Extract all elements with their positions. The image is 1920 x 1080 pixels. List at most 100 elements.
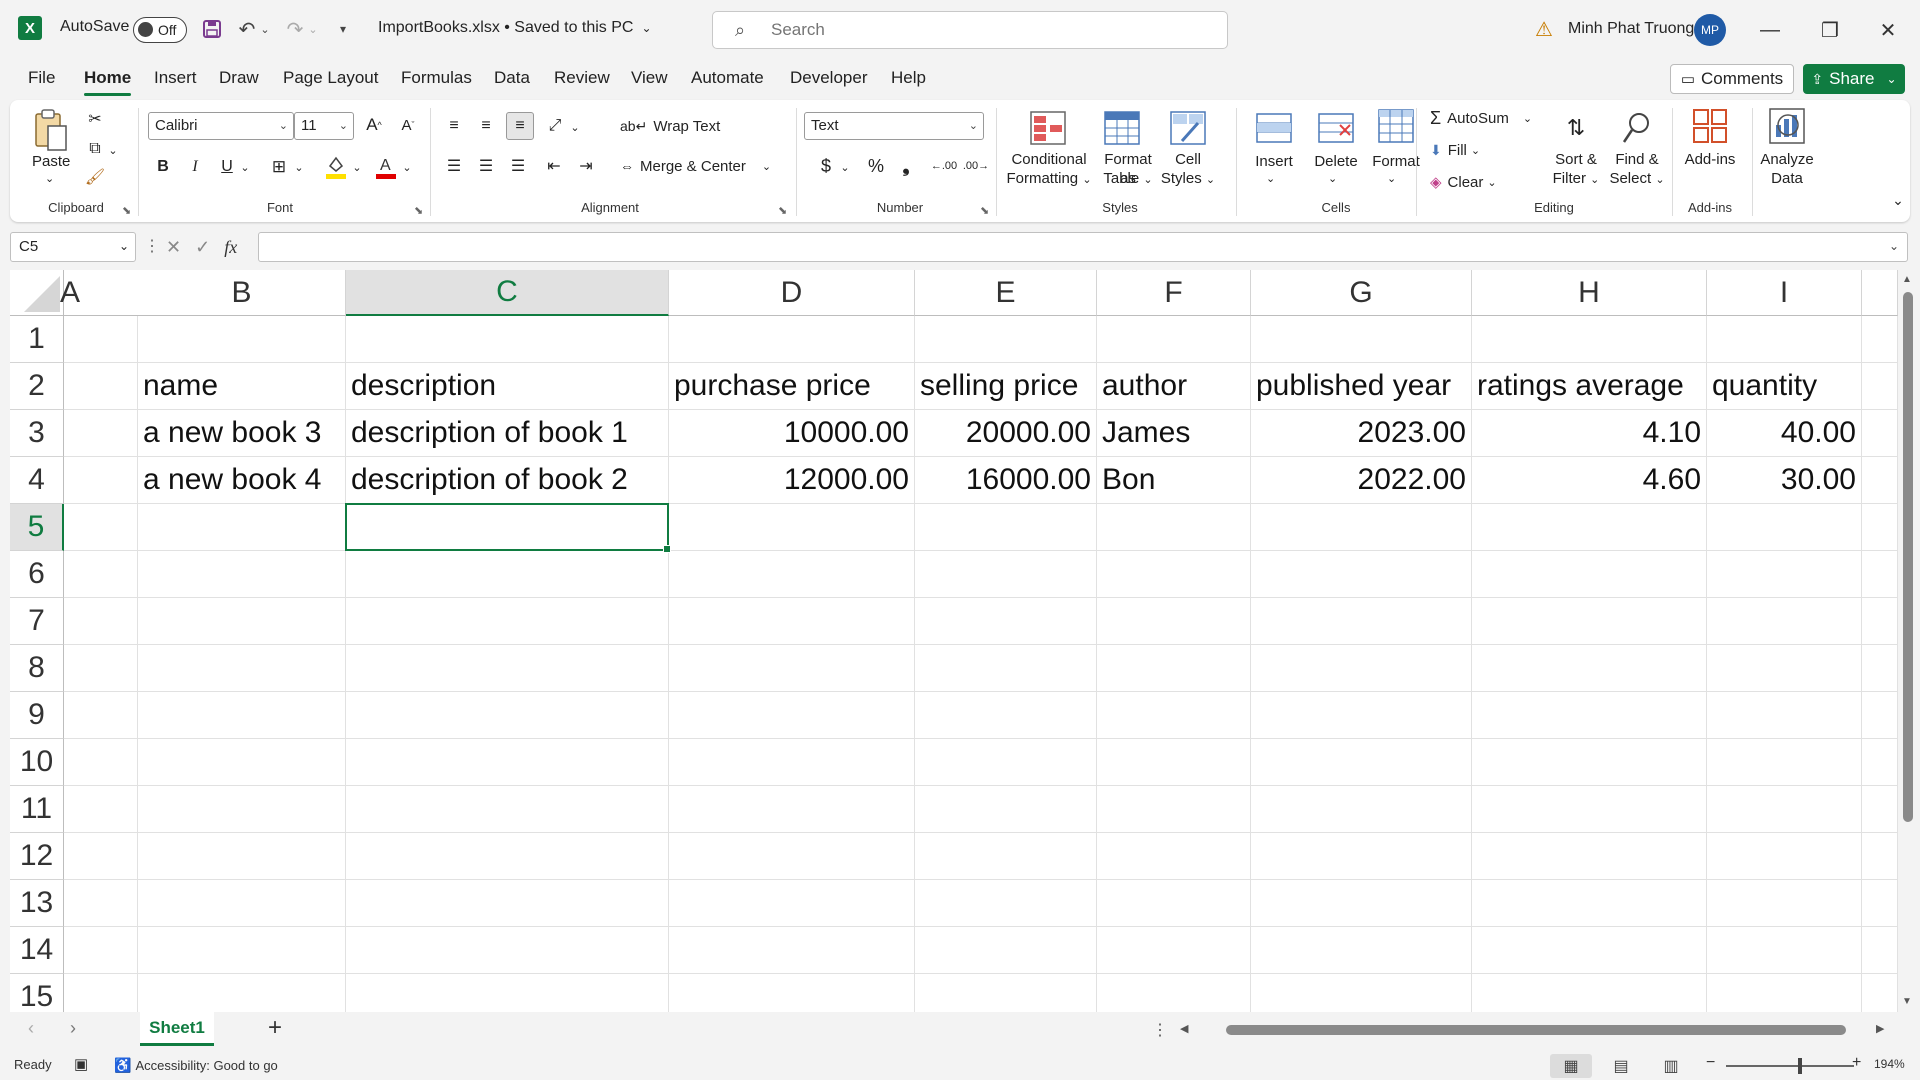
fill-color-dropdown-icon[interactable]: ⌄: [350, 156, 364, 178]
tab-page-layout[interactable]: Page Layout: [283, 68, 378, 88]
cell-j14[interactable]: [1862, 927, 1898, 974]
prev-sheet-icon[interactable]: ‹: [28, 1018, 34, 1039]
enter-icon[interactable]: ✓: [195, 237, 210, 258]
cell-h8[interactable]: [1472, 645, 1707, 692]
restore-icon[interactable]: ❐: [1810, 12, 1850, 48]
cell-d7[interactable]: [669, 598, 915, 645]
currency-icon[interactable]: $: [816, 154, 836, 178]
cell-c14[interactable]: [346, 927, 669, 974]
cell-a2[interactable]: [64, 363, 138, 410]
addins-icon[interactable]: [1690, 106, 1730, 146]
column-header-partial[interactable]: [1862, 270, 1898, 316]
cell-a6[interactable]: [64, 551, 138, 598]
delete-cells-label[interactable]: Delete: [1308, 152, 1364, 171]
cell-e12[interactable]: [915, 833, 1097, 880]
column-header-d[interactable]: D: [669, 270, 915, 316]
align-center-icon[interactable]: ☰: [474, 154, 498, 178]
cell-j6[interactable]: [1862, 551, 1898, 598]
cell-d6[interactable]: [669, 551, 915, 598]
insert-cells-icon[interactable]: [1254, 110, 1294, 146]
conditional-formatting-label-1[interactable]: Conditional: [1004, 150, 1094, 169]
tab-view[interactable]: View: [631, 68, 668, 88]
avatar[interactable]: MP: [1694, 14, 1726, 46]
cell-styles-label-2[interactable]: Styles ⌄: [1158, 169, 1218, 190]
hscroll-thumb[interactable]: [1226, 1025, 1846, 1035]
cell-d4[interactable]: 12000.00: [669, 457, 915, 504]
cell-e15[interactable]: [915, 974, 1097, 1012]
cell-h9[interactable]: [1472, 692, 1707, 739]
decrease-font-icon[interactable]: Aˇ: [396, 112, 420, 138]
cell-a12[interactable]: [64, 833, 138, 880]
minimize-icon[interactable]: —: [1750, 12, 1790, 48]
formula-input[interactable]: ⌄: [258, 232, 1908, 262]
cell-a3[interactable]: [64, 410, 138, 457]
cell-i10[interactable]: [1707, 739, 1862, 786]
cell-c3[interactable]: description of book 1: [346, 410, 669, 457]
search-box[interactable]: ⌕: [712, 11, 1228, 49]
warning-icon[interactable]: ⚠: [1533, 18, 1555, 41]
cell-a4[interactable]: [64, 457, 138, 504]
cell-b5[interactable]: [138, 504, 346, 551]
cell-j1[interactable]: [1862, 316, 1898, 363]
underline-icon[interactable]: U: [216, 154, 238, 180]
row-header-12[interactable]: 12: [10, 833, 64, 880]
cell-a5[interactable]: [64, 504, 138, 551]
select-all-corner[interactable]: [10, 270, 64, 316]
cell-h11[interactable]: [1472, 786, 1707, 833]
align-right-icon[interactable]: ☰: [506, 154, 530, 178]
cell-j2[interactable]: [1862, 363, 1898, 410]
row-header-5[interactable]: 5: [10, 504, 64, 551]
cell-i9[interactable]: [1707, 692, 1862, 739]
cell-b11[interactable]: [138, 786, 346, 833]
tab-help[interactable]: Help: [891, 68, 926, 88]
cell-j8[interactable]: [1862, 645, 1898, 692]
underline-dropdown-icon[interactable]: ⌄: [238, 156, 252, 178]
copy-dropdown-icon[interactable]: ⌄: [106, 140, 120, 160]
cell-d11[interactable]: [669, 786, 915, 833]
cell-g7[interactable]: [1251, 598, 1472, 645]
dialog-launcher-icon[interactable]: ⬊: [778, 204, 787, 217]
zoom-level[interactable]: 194%: [1874, 1057, 1905, 1071]
fx-icon[interactable]: fx: [224, 237, 237, 258]
cell-e1[interactable]: [915, 316, 1097, 363]
borders-dropdown-icon[interactable]: ⌄: [292, 156, 306, 178]
more-icon[interactable]: ⋮: [144, 236, 160, 256]
tab-data[interactable]: Data: [494, 68, 530, 88]
document-title[interactable]: ImportBooks.xlsx • Saved to this PC ⌄: [378, 19, 652, 37]
scroll-right-icon[interactable]: ▶: [1876, 1022, 1884, 1035]
cell-j10[interactable]: [1862, 739, 1898, 786]
row-header-15[interactable]: 15: [10, 974, 64, 1012]
cell-c1[interactable]: [346, 316, 669, 363]
cell-d8[interactable]: [669, 645, 915, 692]
cell-h13[interactable]: [1472, 880, 1707, 927]
cell-b6[interactable]: [138, 551, 346, 598]
cell-j15[interactable]: [1862, 974, 1898, 1012]
fill-button[interactable]: ⬇ Fill ⌄: [1430, 138, 1510, 162]
column-header-c[interactable]: C: [346, 270, 669, 316]
align-middle-icon[interactable]: ≡: [474, 114, 498, 138]
zoom-slider-knob[interactable]: [1798, 1058, 1802, 1074]
row-header-7[interactable]: 7: [10, 598, 64, 645]
fill-color-icon[interactable]: [324, 152, 348, 182]
cell-g14[interactable]: [1251, 927, 1472, 974]
undo-dropdown-icon[interactable]: ⌄: [258, 16, 272, 42]
cell-b8[interactable]: [138, 645, 346, 692]
cell-b13[interactable]: [138, 880, 346, 927]
sort-filter-label-1[interactable]: Sort &: [1546, 150, 1606, 169]
cell-e13[interactable]: [915, 880, 1097, 927]
cell-d13[interactable]: [669, 880, 915, 927]
font-color-dropdown-icon[interactable]: ⌄: [400, 156, 414, 178]
share-button[interactable]: ⇪ Share ⌄: [1803, 64, 1905, 94]
search-input[interactable]: [771, 18, 1211, 42]
cell-b2[interactable]: name: [138, 363, 346, 410]
cell-h3[interactable]: 4.10: [1472, 410, 1707, 457]
customize-toolbar-icon[interactable]: ▾: [330, 16, 356, 42]
cell-j7[interactable]: [1862, 598, 1898, 645]
cell-a9[interactable]: [64, 692, 138, 739]
zoom-slider[interactable]: [1726, 1065, 1854, 1067]
cell-d2[interactable]: purchase price: [669, 363, 915, 410]
row-header-4[interactable]: 4: [10, 457, 64, 504]
cell-styles-label-1[interactable]: Cell: [1158, 150, 1218, 169]
scroll-up-icon[interactable]: ▲: [1902, 274, 1912, 285]
cell-i12[interactable]: [1707, 833, 1862, 880]
